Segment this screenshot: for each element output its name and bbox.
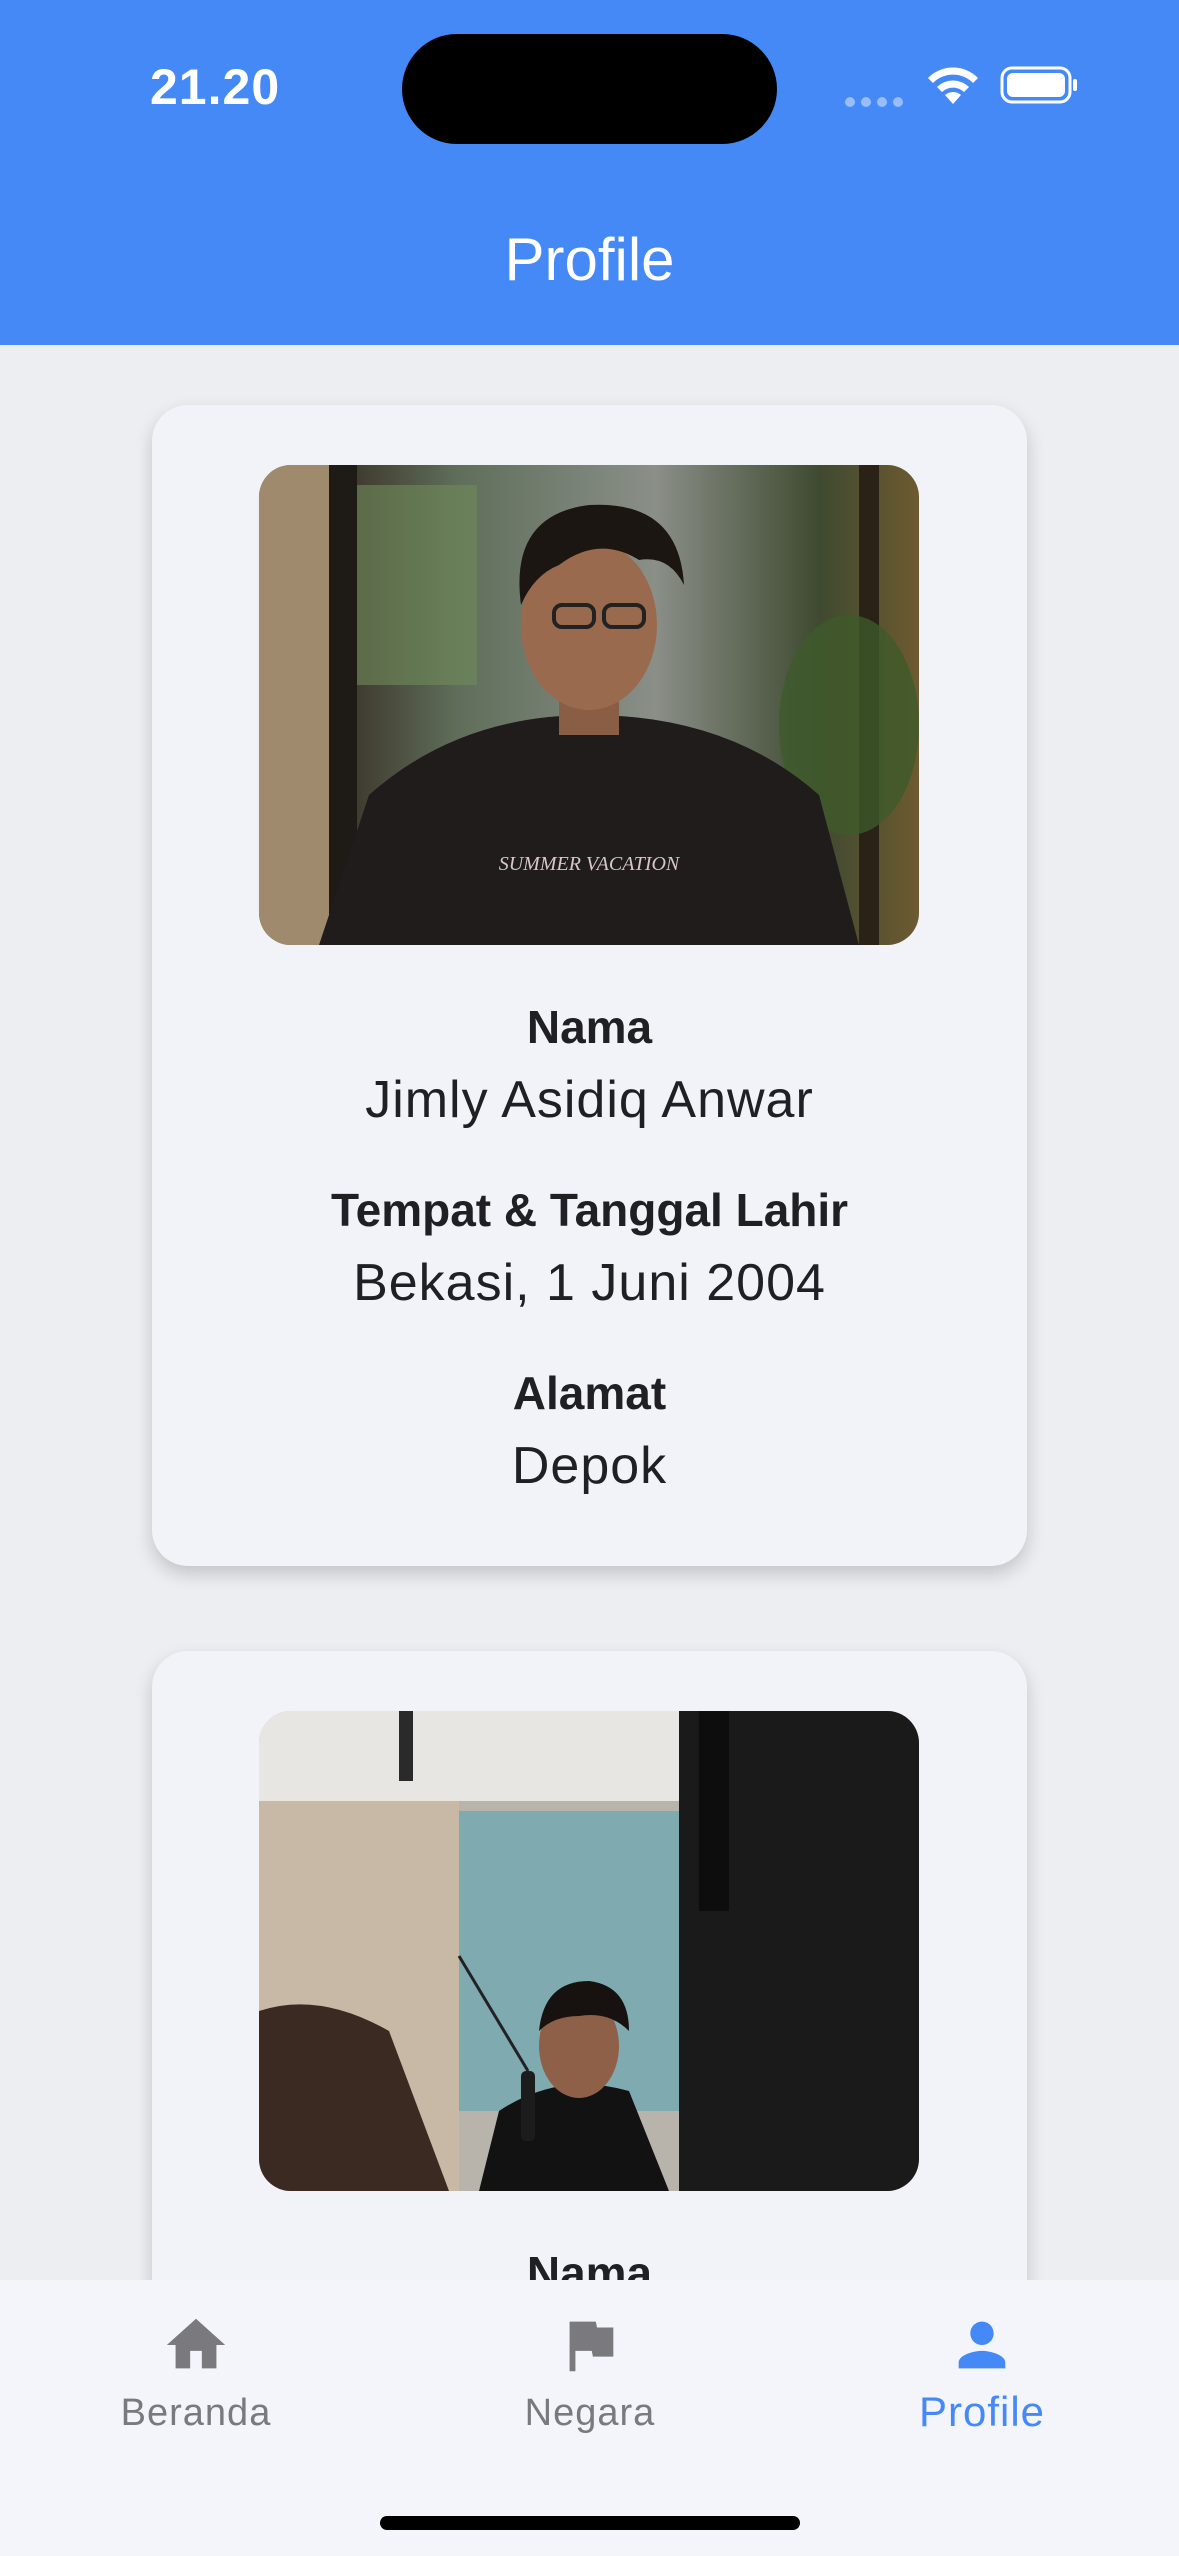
nav-item-profile[interactable]: Profile xyxy=(832,2310,1132,2436)
battery-icon xyxy=(1000,66,1077,104)
name-label: Nama xyxy=(526,1001,653,1053)
app-bar: 21.20 Profile xyxy=(0,0,1179,345)
address-value: Depok xyxy=(511,1437,668,1495)
wifi-icon xyxy=(928,67,978,104)
home-icon xyxy=(166,2318,226,2369)
page-title: Profile xyxy=(504,226,675,293)
birth-label: Tempat & Tanggal Lahir xyxy=(330,1184,849,1236)
nav-label-negara: Negara xyxy=(524,2392,656,2434)
signal-icon xyxy=(845,97,903,107)
nav-label-beranda: Beranda xyxy=(120,2392,272,2434)
hoodie-print: SUMMER VACATION xyxy=(499,853,681,875)
nav-item-beranda[interactable]: Beranda xyxy=(46,2310,346,2435)
address-label: Alamat xyxy=(512,1367,667,1419)
name-value: Jimly Asidiq Anwar xyxy=(365,1071,814,1129)
dynamic-island xyxy=(402,34,777,144)
home-indicator[interactable] xyxy=(380,2516,800,2530)
flag-icon xyxy=(569,2321,614,2372)
profile-photo: SUMMER VACATION xyxy=(259,465,919,945)
bottom-navigation: Beranda Negara Profile xyxy=(0,2280,1179,2556)
profile-card: Nama xyxy=(152,1651,1027,2280)
birth-value: Bekasi, 1 Juni 2004 xyxy=(353,1254,826,1312)
status-icons xyxy=(845,60,1085,110)
profile-photo xyxy=(259,1711,919,2191)
nav-label-profile: Profile xyxy=(918,2388,1046,2435)
status-time: 21.20 xyxy=(150,59,281,115)
nav-item-negara[interactable]: Negara xyxy=(440,2310,740,2435)
person-icon xyxy=(958,2321,1006,2369)
profile-list[interactable]: SUMMER VACATION Nama Jimly Asidiq Anwar … xyxy=(0,345,1179,2280)
profile-card: SUMMER VACATION Nama Jimly Asidiq Anwar … xyxy=(152,405,1027,1566)
name-label: Nama xyxy=(526,2247,653,2280)
